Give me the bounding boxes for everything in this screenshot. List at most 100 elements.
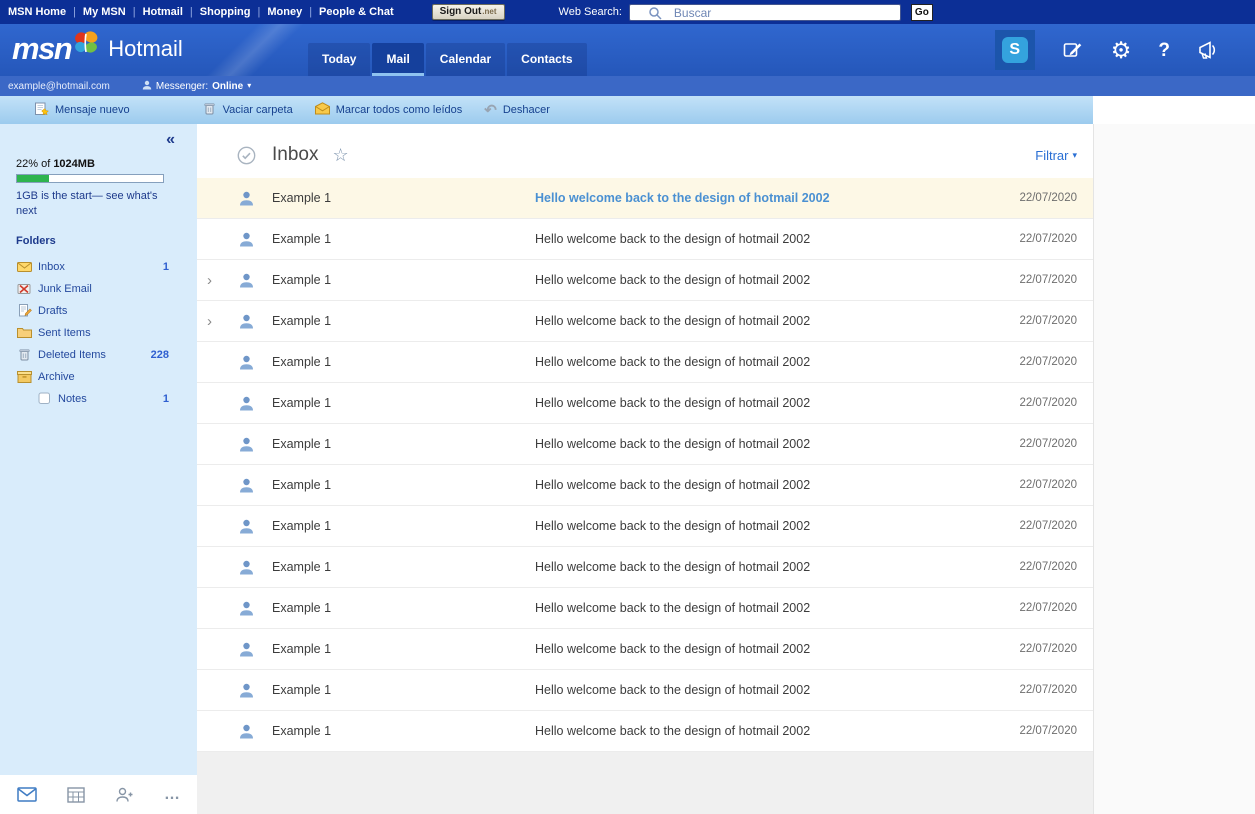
sender-avatar-icon	[231, 559, 261, 576]
junk-email-icon	[16, 282, 33, 295]
separator: |	[133, 6, 136, 18]
tab-calendar[interactable]: Calendar	[426, 43, 505, 76]
message-row[interactable]: Example 1 Hello welcome back to the desi…	[197, 588, 1093, 629]
message-subject[interactable]: Hello welcome back to the design of hotm…	[535, 355, 977, 369]
topnav-link-my-msn[interactable]: My MSN	[83, 6, 126, 18]
expander-chevron-icon[interactable]: ›	[207, 273, 231, 288]
contacts-dock-icon[interactable]	[115, 787, 134, 803]
topnav-link-shopping[interactable]: Shopping	[200, 6, 251, 18]
body: « 22% of 1024MB 1GB is the start— see wh…	[0, 124, 1255, 814]
gear-icon[interactable]: ⚙	[1111, 39, 1132, 62]
message-row[interactable]: Example 1 Hello welcome back to the desi…	[197, 506, 1093, 547]
collapse-sidebar-icon[interactable]: «	[166, 132, 175, 148]
mark-all-read-button[interactable]: Marcar todos como leídos	[315, 102, 463, 118]
message-subject[interactable]: Hello welcome back to the design of hotm…	[535, 683, 977, 697]
topnav-link-hotmail[interactable]: Hotmail	[143, 6, 183, 18]
sidebar-folder-notes[interactable]: Notes 1	[16, 388, 197, 410]
main-tabs: Today Mail Calendar Contacts	[308, 43, 589, 76]
message-date: 22/07/2020	[977, 438, 1077, 450]
compose-icon[interactable]	[1062, 39, 1084, 61]
message-subject[interactable]: Hello welcome back to the design of hotm…	[535, 478, 977, 492]
message-subject[interactable]: Hello welcome back to the design of hotm…	[535, 232, 977, 246]
message-row[interactable]: Example 1 Hello welcome back to the desi…	[197, 342, 1093, 383]
expander-chevron-icon[interactable]: ›	[207, 314, 231, 329]
help-icon[interactable]: ?	[1158, 41, 1170, 60]
calendar-dock-icon[interactable]	[67, 786, 85, 803]
sidebar-folder-deleted[interactable]: Deleted Items 228	[16, 344, 197, 366]
go-button[interactable]: Go	[911, 4, 933, 21]
topnav-link-msn-home[interactable]: MSN Home	[8, 6, 66, 18]
message-subject[interactable]: Hello welcome back to the design of hotm…	[535, 642, 977, 656]
message-subject[interactable]: Hello welcome back to the design of hotm…	[535, 560, 977, 574]
more-options-icon[interactable]: …	[164, 787, 180, 803]
new-message-button[interactable]: Mensaje nuevo	[34, 102, 130, 119]
sender-avatar-icon	[231, 682, 261, 699]
archive-icon	[16, 370, 33, 383]
message-subject[interactable]: Hello welcome back to the design of hotm…	[535, 273, 977, 287]
message-row[interactable]: Example 1 Hello welcome back to the desi…	[197, 424, 1093, 465]
message-row[interactable]: Example 1 Hello welcome back to the desi…	[197, 711, 1093, 752]
message-date: 22/07/2020	[977, 643, 1077, 655]
message-sender: Example 1	[261, 683, 535, 697]
star-icon[interactable]: ☆	[332, 146, 348, 164]
select-all-checkbox[interactable]	[231, 146, 261, 165]
empty-folder-button[interactable]: Vaciar carpeta	[202, 102, 293, 118]
message-row[interactable]: › Example 1 Hello welcome back to the de…	[197, 260, 1093, 301]
sign-out-button[interactable]: Sign Out .net	[432, 4, 505, 20]
sender-avatar-icon	[231, 190, 261, 207]
sidebar-folder-drafts[interactable]: Drafts	[16, 300, 197, 322]
message-sender: Example 1	[261, 724, 535, 738]
web-search-label: Web Search:	[559, 6, 622, 18]
message-sender: Example 1	[261, 478, 535, 492]
skype-icon[interactable]: S	[995, 30, 1035, 70]
sidebar-folder-sent[interactable]: Sent Items	[16, 322, 197, 344]
sidebar-folder-archive[interactable]: Archive	[16, 366, 197, 388]
messenger-status-control[interactable]: Messenger: Online ▾	[142, 80, 251, 93]
message-date: 22/07/2020	[977, 520, 1077, 532]
message-subject[interactable]: Hello welcome back to the design of hotm…	[535, 601, 977, 615]
message-row[interactable]: Example 1 Hello welcome back to the desi…	[197, 219, 1093, 260]
message-row[interactable]: Example 1 Hello welcome back to the desi…	[197, 465, 1093, 506]
message-subject[interactable]: Hello welcome back to the design of hotm…	[535, 519, 977, 533]
tab-mail[interactable]: Mail	[372, 43, 423, 76]
sender-avatar-icon	[231, 436, 261, 453]
message-row[interactable]: Example 1 Hello welcome back to the desi…	[197, 629, 1093, 670]
tab-today[interactable]: Today	[308, 43, 370, 76]
message-row[interactable]: Example 1 Hello welcome back to the desi…	[197, 670, 1093, 711]
storage-total: 1024MB	[53, 158, 95, 170]
folder-label: Archive	[38, 371, 75, 383]
drafts-icon	[16, 304, 33, 317]
topnav-link-people-chat[interactable]: People & Chat	[319, 6, 394, 18]
message-sender: Example 1	[261, 314, 535, 328]
messenger-label: Messenger:	[156, 81, 208, 92]
header-icon-group: S ⚙ ?	[995, 30, 1221, 70]
filter-dropdown[interactable]: Filtrar ▾	[1035, 148, 1077, 163]
sidebar-folder-inbox[interactable]: Inbox 1	[16, 256, 197, 278]
messenger-person-icon	[142, 80, 152, 93]
message-date: 22/07/2020	[977, 479, 1077, 491]
message-subject[interactable]: Hello welcome back to the design of hotm…	[535, 724, 977, 738]
topnav-link-money[interactable]: Money	[267, 6, 302, 18]
undo-button[interactable]: ↶ Deshacer	[484, 103, 550, 118]
message-subject[interactable]: Hello welcome back to the design of hotm…	[535, 437, 977, 451]
mail-dock-icon[interactable]	[17, 787, 37, 803]
separator: |	[257, 6, 260, 18]
tab-contacts[interactable]: Contacts	[507, 43, 586, 76]
messenger-status: Online	[212, 81, 243, 92]
mail-toolbar: Mensaje nuevo Vaciar carpeta Marcar todo…	[0, 96, 1093, 124]
sidebar-folder-junk[interactable]: Junk Email	[16, 278, 197, 300]
message-subject[interactable]: Hello welcome back to the design of hotm…	[535, 314, 977, 328]
message-subject[interactable]: Hello welcome back to the design of hotm…	[535, 396, 977, 410]
storage-upsell-note[interactable]: 1GB is the start— see what's next	[16, 189, 168, 219]
message-sender: Example 1	[261, 191, 535, 205]
message-subject[interactable]: Hello welcome back to the design of hotm…	[535, 191, 977, 205]
message-row[interactable]: Example 1 Hello welcome back to the desi…	[197, 178, 1093, 219]
passport-net-badge: .net	[482, 7, 496, 16]
message-row[interactable]: › Example 1 Hello welcome back to the de…	[197, 301, 1093, 342]
message-row[interactable]: Example 1 Hello welcome back to the desi…	[197, 383, 1093, 424]
feedback-megaphone-icon[interactable]	[1197, 40, 1221, 60]
storage-progress-fill	[17, 175, 49, 182]
message-row[interactable]: Example 1 Hello welcome back to the desi…	[197, 547, 1093, 588]
search-input[interactable]	[629, 4, 901, 21]
product-name: Hotmail	[108, 36, 183, 62]
